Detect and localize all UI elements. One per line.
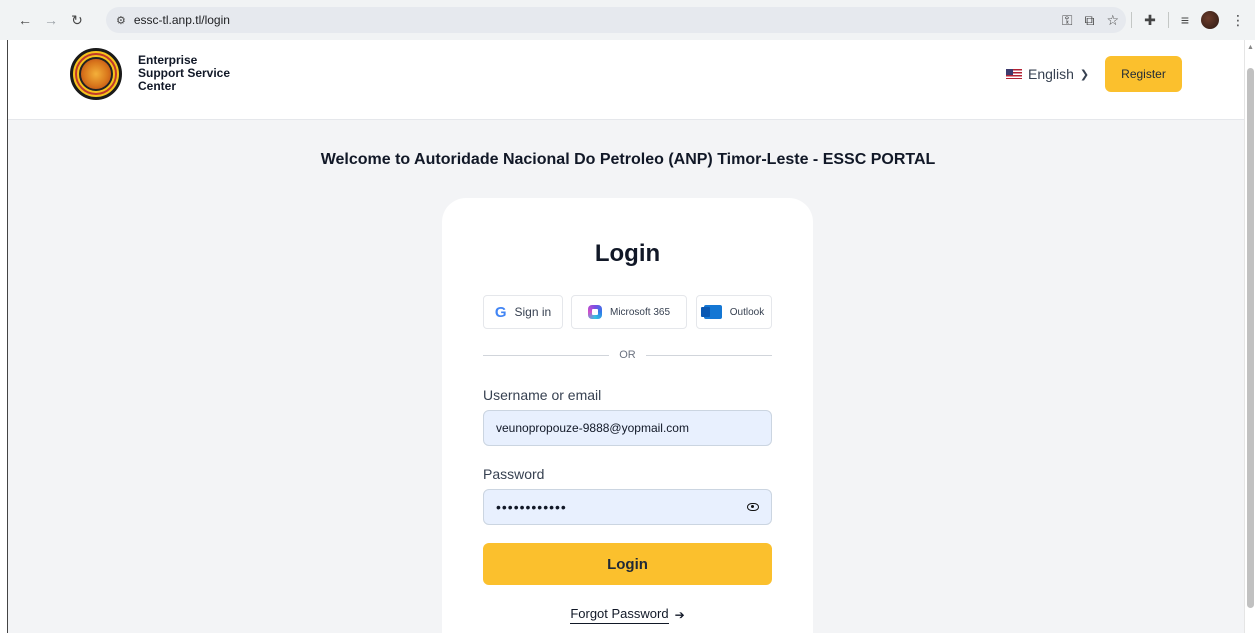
toolbar-divider xyxy=(1131,12,1133,28)
language-label: English xyxy=(1028,66,1074,82)
google-signin-button[interactable]: G Sign in xyxy=(483,295,563,329)
divider-line xyxy=(483,354,610,356)
window-edge xyxy=(0,40,8,633)
browser-menu-icon[interactable]: ⋮ xyxy=(1231,12,1245,29)
forgot-password-link[interactable]: Forgot Password ➔ xyxy=(442,606,813,624)
scrollbar-thumb[interactable] xyxy=(1247,68,1254,608)
reload-icon[interactable]: ↻ xyxy=(66,9,88,31)
forgot-password-label: Forgot Password xyxy=(570,606,669,624)
language-selector[interactable]: English ❯ xyxy=(1006,66,1089,82)
bookmark-star-icon[interactable]: ☆ xyxy=(1107,12,1120,29)
username-value: veunopropouze-9888@yopmail.com xyxy=(496,421,689,435)
back-icon[interactable]: ← xyxy=(14,9,36,31)
or-text: OR xyxy=(619,349,636,361)
show-password-icon[interactable] xyxy=(747,503,759,511)
welcome-heading: Welcome to Autoridade Nacional Do Petrol… xyxy=(320,151,936,168)
microsoft-365-icon xyxy=(587,305,602,319)
browser-toolbar: ← → ↻ ⚙ essc-tl.anp.tl/login ⚿ ⧉ ☆ ✚ ≡ ⋮ xyxy=(0,0,1255,40)
arrow-right-icon: ➔ xyxy=(674,608,685,622)
logo-ring xyxy=(75,53,117,95)
toolbar-divider xyxy=(1167,12,1169,28)
username-field[interactable]: veunopropouze-9888@yopmail.com xyxy=(483,410,772,446)
password-label: Password xyxy=(483,466,545,482)
login-title: Login xyxy=(594,240,661,267)
browser-actions: ⚿ ⧉ ☆ ✚ ≡ ⋮ xyxy=(1062,7,1245,33)
forward-icon[interactable]: → xyxy=(40,9,62,31)
login-card: Login G Sign in Microsoft 365 Outlook OR… xyxy=(442,198,813,633)
username-label: Username or email xyxy=(483,387,602,403)
password-value: •••••••••••• xyxy=(496,499,567,515)
register-button[interactable]: Register xyxy=(1105,56,1182,92)
microsoft-365-label: Microsoft 365 xyxy=(609,306,671,318)
extensions-icon[interactable]: ✚ xyxy=(1144,12,1156,29)
outlook-button[interactable]: Outlook xyxy=(696,295,772,329)
profile-avatar[interactable] xyxy=(1201,11,1219,29)
password-field[interactable]: •••••••••••• xyxy=(483,489,772,525)
page-scrollbar[interactable]: ▲ xyxy=(1244,40,1255,633)
password-key-icon[interactable]: ⚿ xyxy=(1062,12,1073,29)
brand-name: Enterprise Support Service Center xyxy=(138,54,230,93)
or-divider: OR xyxy=(483,349,772,361)
us-flag-icon xyxy=(1006,69,1022,79)
divider-line xyxy=(645,354,772,356)
nav-controls: ← → ↻ xyxy=(14,9,88,31)
media-control-icon[interactable]: ≡ xyxy=(1181,12,1189,28)
brand-line-3: Center xyxy=(138,79,177,93)
login-button[interactable]: Login xyxy=(483,543,772,585)
site-header: Enterprise Support Service Center Englis… xyxy=(8,40,1244,120)
outlook-icon xyxy=(700,305,722,319)
address-bar[interactable]: ⚙ essc-tl.anp.tl/login xyxy=(106,7,1126,33)
chevron-down-icon: ❯ xyxy=(1079,68,1090,81)
install-app-icon[interactable]: ⧉ xyxy=(1085,12,1095,29)
site-settings-icon[interactable]: ⚙ xyxy=(116,14,126,27)
essc-logo[interactable] xyxy=(70,48,122,100)
google-icon: G xyxy=(494,303,507,321)
google-signin-label: Sign in xyxy=(514,305,552,319)
microsoft-365-button[interactable]: Microsoft 365 xyxy=(571,295,687,329)
page-viewport: Enterprise Support Service Center Englis… xyxy=(8,40,1244,633)
scroll-up-icon[interactable]: ▲ xyxy=(1247,44,1254,51)
url-text: essc-tl.anp.tl/login xyxy=(133,13,230,27)
outlook-label: Outlook xyxy=(729,306,765,318)
